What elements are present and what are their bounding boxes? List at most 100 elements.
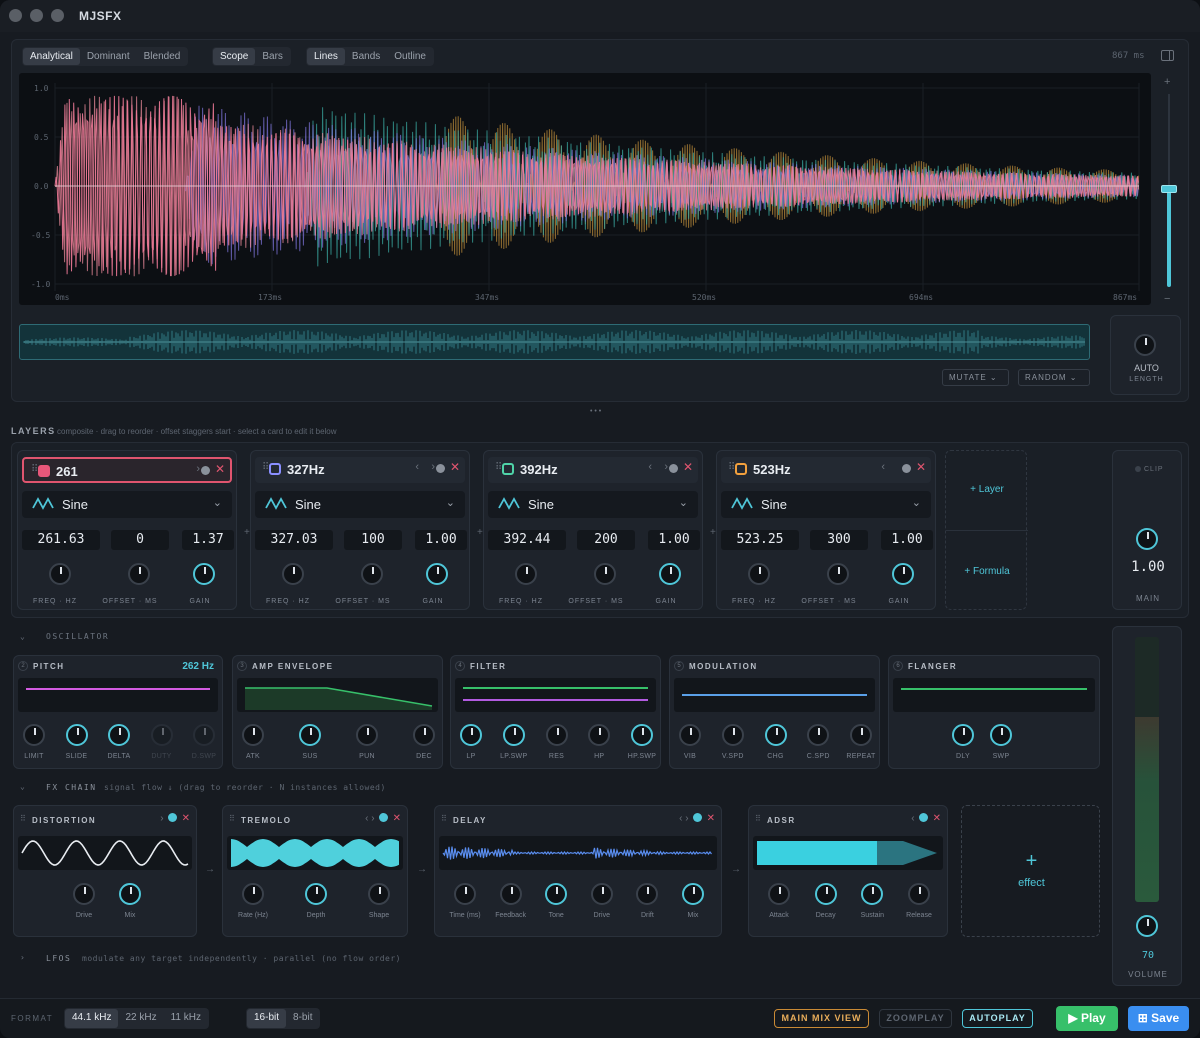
move-left-icon[interactable]: ‹ xyxy=(648,461,652,473)
view-mode-dominant[interactable]: Dominant xyxy=(80,48,137,65)
view-mode-analytical[interactable]: Analytical xyxy=(23,48,80,65)
bits-8[interactable]: 8-bit xyxy=(286,1009,319,1028)
fx-knob[interactable] xyxy=(242,883,264,905)
remove-fx-icon[interactable]: ✕ xyxy=(393,813,401,824)
offset-knob[interactable] xyxy=(827,563,849,585)
layer-color-swatch[interactable] xyxy=(269,463,281,475)
gain-knob[interactable] xyxy=(193,563,215,585)
play-button[interactable]: ▶ Play xyxy=(1056,1006,1118,1031)
param-knob[interactable] xyxy=(850,724,872,746)
remove-layer-icon[interactable]: ✕ xyxy=(215,462,225,476)
offset-knob[interactable] xyxy=(361,563,383,585)
gain-field[interactable]: 1.00 xyxy=(415,530,467,550)
enable-toggle[interactable] xyxy=(918,813,928,822)
enable-toggle[interactable] xyxy=(692,813,702,822)
offset-knob[interactable] xyxy=(594,563,616,585)
move-left-icon[interactable]: ‹ xyxy=(881,461,885,473)
remove-layer-icon[interactable]: ✕ xyxy=(916,460,926,474)
freq-field[interactable]: 392.44 xyxy=(488,530,566,550)
offset-field[interactable]: 300 xyxy=(810,530,868,550)
param-knob[interactable] xyxy=(413,724,435,746)
freq-knob[interactable] xyxy=(515,563,537,585)
fx-knob[interactable] xyxy=(499,883,522,905)
offset-field[interactable]: 200 xyxy=(577,530,635,550)
drag-handle-icon[interactable]: ⠿ xyxy=(755,814,761,823)
move-icon[interactable]: ‹ xyxy=(911,813,914,824)
waveform-select[interactable]: Sine ⌄ xyxy=(488,491,698,518)
drag-handle-icon[interactable]: ⠿ xyxy=(229,814,235,823)
offset-field[interactable]: 0 xyxy=(111,530,169,550)
param-knob[interactable] xyxy=(193,724,215,746)
bits-16[interactable]: 16-bit xyxy=(247,1009,287,1028)
fx-knob[interactable] xyxy=(814,883,837,905)
remove-fx-icon[interactable]: ✕ xyxy=(707,813,715,824)
param-knob[interactable] xyxy=(23,724,45,746)
move-right-icon[interactable]: › xyxy=(431,461,435,473)
enable-toggle[interactable] xyxy=(167,813,177,822)
zoom-out-button[interactable]: − xyxy=(1164,293,1170,305)
fx-knob[interactable] xyxy=(861,883,884,905)
freq-knob[interactable] xyxy=(748,563,770,585)
add-layer-button[interactable]: + Layer xyxy=(946,484,1028,495)
gain-knob[interactable] xyxy=(892,563,914,585)
param-knob[interactable] xyxy=(150,724,173,746)
layer-card[interactable]: ⠿ 523Hz ‹ ✕ Sine ⌄ 523.25 300 1.00 FREQ · HZ OFFSE… xyxy=(716,450,936,610)
fx-knob[interactable] xyxy=(590,883,613,905)
fx-knob[interactable] xyxy=(636,883,659,905)
layer-color-swatch[interactable] xyxy=(502,463,514,475)
freq-field[interactable]: 327.03 xyxy=(255,530,333,550)
param-knob[interactable] xyxy=(990,724,1012,746)
fx-knob[interactable] xyxy=(119,883,141,905)
rate-22k[interactable]: 22 kHz xyxy=(118,1009,163,1028)
rate-44k[interactable]: 44.1 kHz xyxy=(65,1009,119,1028)
freq-knob[interactable] xyxy=(49,563,71,585)
solo-icon[interactable] xyxy=(902,464,911,473)
mutate-button[interactable]: MUTATE ⌄ xyxy=(942,369,1009,386)
autoplay-button[interactable]: AUTOPLAY xyxy=(962,1009,1033,1028)
param-knob[interactable] xyxy=(299,724,321,746)
waveform-scope[interactable] xyxy=(19,73,1151,305)
volume-knob[interactable] xyxy=(1136,915,1158,937)
param-knob[interactable] xyxy=(108,724,130,746)
waveform-select[interactable]: Sine ⌄ xyxy=(721,491,931,518)
param-knob[interactable] xyxy=(460,724,482,746)
save-button[interactable]: ⊞ Save xyxy=(1128,1006,1189,1031)
waveform-select[interactable]: Sine ⌄ xyxy=(255,491,465,518)
fx-knob[interactable] xyxy=(682,883,704,905)
main-mix-view-button[interactable]: MAIN MIX VIEW xyxy=(774,1009,869,1028)
drag-handle-icon[interactable]: ⠿ xyxy=(20,814,26,823)
layer-color-swatch[interactable] xyxy=(38,465,50,477)
panel-resize-handle[interactable]: • • • xyxy=(590,408,601,415)
line-mode-outline[interactable]: Outline xyxy=(387,48,433,65)
fx-knob[interactable] xyxy=(368,883,390,905)
gain-knob[interactable] xyxy=(659,563,681,585)
add-formula-button[interactable]: + Formula xyxy=(946,566,1028,577)
close-window-button[interactable] xyxy=(9,9,22,22)
gain-field[interactable]: 1.00 xyxy=(648,530,700,550)
param-knob[interactable] xyxy=(545,724,568,746)
param-knob[interactable] xyxy=(65,724,88,746)
fx-collapse-icon[interactable]: ⌄ xyxy=(20,782,26,791)
fx-knob[interactable] xyxy=(545,883,568,905)
layer-card[interactable]: ⠿ 327Hz ‹ › ✕ Sine ⌄ 327.03 100 1.00 FREQ · HZ OFFS… xyxy=(250,450,470,610)
freq-field[interactable]: 523.25 xyxy=(721,530,799,550)
param-knob[interactable] xyxy=(502,724,525,746)
move-icon[interactable]: ‹ › xyxy=(365,813,374,824)
enable-toggle[interactable] xyxy=(378,813,388,822)
zoom-in-button[interactable]: + xyxy=(1164,76,1170,88)
remove-layer-icon[interactable]: ✕ xyxy=(683,460,693,474)
move-icon[interactable]: › xyxy=(160,813,163,824)
offset-field[interactable]: 100 xyxy=(344,530,402,550)
layer-card[interactable]: ⠿ 261 › ✕ Sine ⌄ 261.63 0 1.37 FREQ · HZ OFFSET · … xyxy=(17,450,237,610)
remove-layer-icon[interactable]: ✕ xyxy=(450,460,460,474)
split-view-icon[interactable] xyxy=(1161,50,1174,61)
fx-knob[interactable] xyxy=(454,883,476,905)
param-knob[interactable] xyxy=(356,724,378,746)
drag-handle-icon[interactable]: ⠿ xyxy=(441,814,447,823)
add-effect-button[interactable]: + effect xyxy=(961,805,1100,937)
fx-knob[interactable] xyxy=(305,883,327,905)
layer-color-swatch[interactable] xyxy=(735,463,747,475)
minimize-window-button[interactable] xyxy=(30,9,43,22)
param-knob[interactable] xyxy=(588,724,611,746)
move-right-icon[interactable]: › xyxy=(196,463,200,475)
